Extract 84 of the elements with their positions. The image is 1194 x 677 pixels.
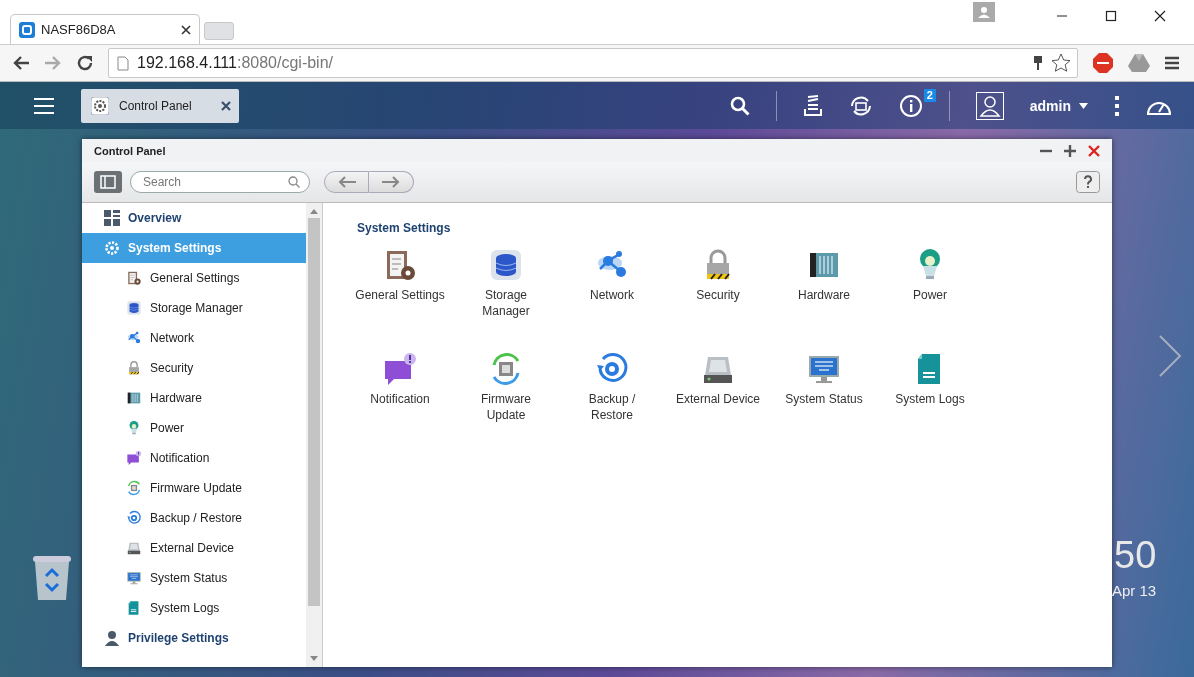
info-icon[interactable] (898, 93, 923, 118)
settings-tile[interactable]: Backup / Restore (559, 351, 665, 443)
gear-icon (91, 96, 109, 115)
close-icon[interactable] (181, 24, 191, 35)
settings-tile[interactable]: System Status (771, 351, 877, 443)
network-nodes-icon (126, 330, 142, 346)
app-tab[interactable]: Control Panel (81, 88, 239, 123)
star-icon[interactable] (1051, 53, 1071, 73)
window-title: Control Panel (94, 144, 166, 157)
address-bar[interactable]: 192.168.4.111:8080/cgi-bin/ (108, 48, 1078, 78)
notification-badge: 2 (923, 88, 936, 102)
search-icon[interactable] (729, 95, 750, 116)
user-icon[interactable] (975, 91, 1004, 120)
clipboard-gear-icon (126, 270, 142, 286)
recycle-bin-icon[interactable] (30, 554, 74, 602)
forward-button[interactable] (369, 171, 414, 193)
settings-tile[interactable]: Notification (347, 351, 453, 443)
person-icon (104, 630, 120, 646)
help-icon[interactable] (1076, 171, 1100, 193)
gear-refresh-icon (126, 510, 142, 526)
sidebar-toggle-icon[interactable] (94, 171, 122, 193)
sidebar-subitem[interactable]: Security (82, 353, 306, 383)
reload-icon[interactable] (76, 54, 94, 72)
grid-icon (104, 210, 120, 226)
chat-bubble-icon (382, 351, 418, 387)
maximize-icon[interactable] (1064, 144, 1076, 157)
settings-tile[interactable]: Hardware (771, 247, 877, 339)
sidebar-subitem[interactable]: General Settings (82, 263, 306, 293)
sidebar-subitem[interactable]: Hardware (82, 383, 306, 413)
settings-tile[interactable]: External Device (665, 351, 771, 443)
database-icon (126, 300, 142, 316)
lock-icon (126, 360, 142, 376)
hard-drive-icon (126, 540, 142, 556)
left-arrow-icon (336, 176, 357, 188)
sidebar-subitem[interactable]: Network (82, 323, 306, 353)
sidebar-subitem[interactable]: Firmware Update (82, 473, 306, 503)
search-field[interactable]: Search (130, 171, 310, 193)
sidebar-subitem[interactable]: System Logs (82, 593, 306, 623)
settings-tile[interactable]: General Settings (347, 247, 453, 339)
monitor-icon (126, 570, 142, 586)
page-icon (117, 55, 129, 71)
search-icon (288, 176, 300, 188)
app-tab-title: Control Panel (119, 98, 192, 113)
settings-tile[interactable]: Storage Manager (453, 247, 559, 339)
scroll-down-icon[interactable] (310, 656, 318, 661)
browser-tab[interactable]: NASF86D8A (10, 14, 200, 44)
menu-icon[interactable] (1164, 56, 1180, 70)
close-icon[interactable] (221, 100, 231, 111)
scrollbar[interactable] (306, 203, 322, 667)
settings-tile[interactable]: System Logs (877, 351, 983, 443)
close-icon[interactable] (1154, 10, 1166, 22)
sidebar-subitem[interactable]: External Device (82, 533, 306, 563)
right-arrow-icon (381, 176, 401, 188)
clock-time: 50 (1114, 534, 1157, 577)
more-icon[interactable] (1114, 95, 1120, 116)
sidebar-subitem[interactable]: System Status (82, 563, 306, 593)
chip-refresh-icon (126, 480, 142, 496)
sidebar-subitem[interactable]: Notification (82, 443, 306, 473)
settings-tile[interactable]: Network (559, 247, 665, 339)
settings-tile[interactable]: Firmware Update (453, 351, 559, 443)
maximize-icon[interactable] (1105, 10, 1117, 22)
settings-tile[interactable]: Security (665, 247, 771, 339)
section-title: System Settings (357, 221, 452, 235)
sidebar-subitem[interactable]: Backup / Restore (82, 503, 306, 533)
tab-title: NASF86D8A (41, 22, 116, 37)
user-menu[interactable]: admin (1029, 97, 1088, 114)
stack-icon[interactable] (802, 94, 823, 117)
gear-icon (104, 240, 120, 256)
sidebar-item[interactable]: Privilege Settings (82, 623, 306, 653)
app-logo-icon (19, 21, 35, 38)
sidebar-item[interactable]: Overview (82, 203, 306, 233)
database-icon (488, 247, 524, 283)
back-arrow-icon[interactable] (12, 55, 30, 71)
back-button[interactable] (324, 171, 369, 193)
sidebar-subitem[interactable]: Storage Manager (82, 293, 306, 323)
scroll-up-icon[interactable] (310, 209, 318, 214)
stop-sign-icon[interactable] (1092, 52, 1114, 74)
sidebar-subitem[interactable]: Power (82, 413, 306, 443)
clock-date: Apr 13 (1112, 582, 1157, 599)
server-icon (126, 390, 142, 406)
url-text: 192.168.4.111:8080/cgi-bin/ (137, 54, 333, 72)
caret-icon (1079, 102, 1088, 109)
settings-tile[interactable]: Power (877, 247, 983, 339)
chat-bubble-icon (126, 450, 142, 466)
